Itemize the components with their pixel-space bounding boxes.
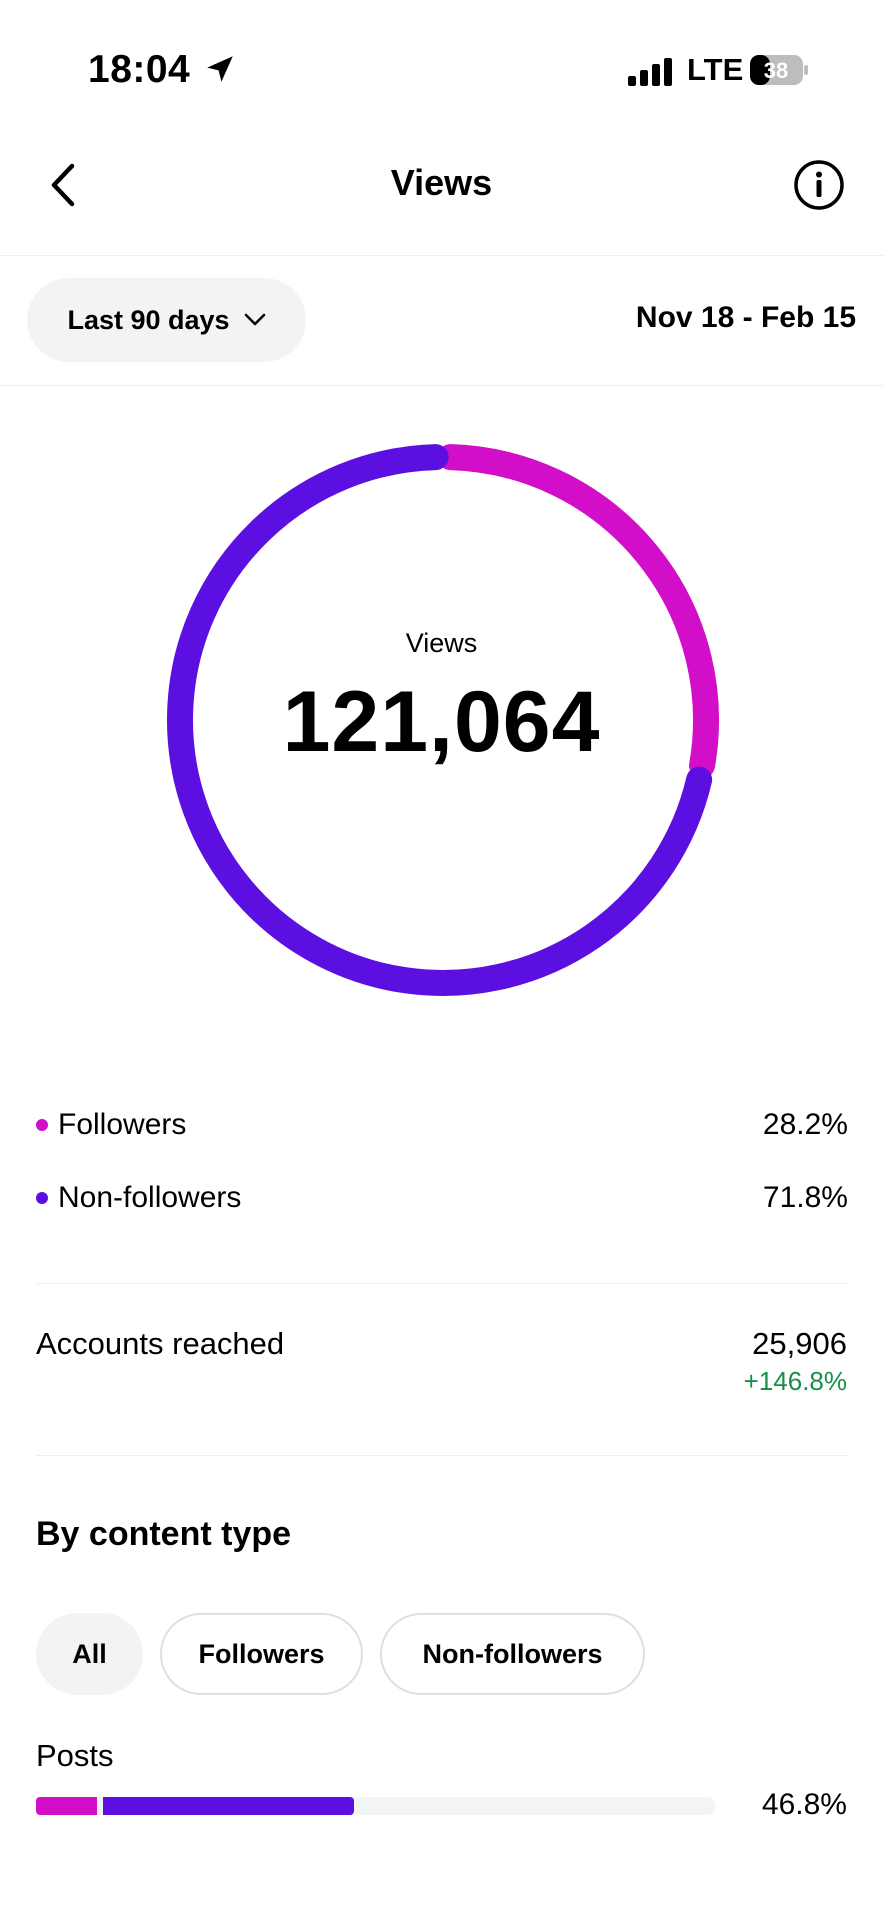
chip-followers[interactable]: Followers bbox=[160, 1613, 363, 1695]
section-divider bbox=[36, 1283, 848, 1284]
legend-value: 71.8% bbox=[762, 1181, 848, 1214]
date-range-dropdown[interactable]: Last 90 days bbox=[27, 278, 306, 362]
range-divider bbox=[0, 385, 883, 386]
page-title: Views bbox=[390, 162, 493, 203]
chip-all[interactable]: All bbox=[36, 1613, 143, 1695]
donut-label: Views bbox=[405, 628, 478, 658]
posts-label: Posts bbox=[36, 1738, 114, 1773]
accounts-reached-value: 25,906 bbox=[752, 1326, 847, 1361]
header-divider bbox=[0, 255, 883, 256]
status-time: 18:04 bbox=[88, 48, 191, 91]
info-icon[interactable] bbox=[793, 159, 845, 211]
legend-label: Followers bbox=[58, 1108, 187, 1141]
posts-bar-non-followers bbox=[102, 1797, 355, 1815]
network-type: LTE bbox=[687, 52, 744, 87]
accounts-reached-label: Accounts reached bbox=[36, 1326, 285, 1361]
date-range-text: Nov 18 - Feb 15 bbox=[635, 301, 856, 334]
donut-total-views: 121,064 bbox=[282, 674, 601, 770]
battery-level: 38 bbox=[764, 58, 788, 83]
battery-icon: 38 bbox=[750, 55, 808, 85]
legend-label: Non-followers bbox=[58, 1181, 242, 1214]
posts-percentage: 46.8% bbox=[761, 1788, 847, 1821]
posts-bar bbox=[36, 1797, 716, 1815]
posts-bar-followers bbox=[36, 1797, 97, 1815]
content-type-title: By content type bbox=[36, 1515, 292, 1553]
legend-non-followers: Non-followers 71.8% bbox=[36, 1178, 848, 1218]
legend-value: 28.2% bbox=[762, 1108, 848, 1141]
accounts-reached-change: +146.8% bbox=[743, 1366, 847, 1396]
chip-non-followers[interactable]: Non-followers bbox=[380, 1613, 645, 1695]
date-range-label: Last 90 days bbox=[67, 304, 230, 335]
section-divider bbox=[36, 1455, 848, 1456]
chevron-down-icon bbox=[244, 313, 265, 326]
signal-icon bbox=[628, 58, 672, 86]
location-arrow-icon bbox=[207, 56, 233, 82]
non-followers-dot bbox=[36, 1192, 48, 1204]
legend-followers: Followers 28.2% bbox=[36, 1105, 848, 1145]
followers-dot bbox=[36, 1119, 48, 1131]
